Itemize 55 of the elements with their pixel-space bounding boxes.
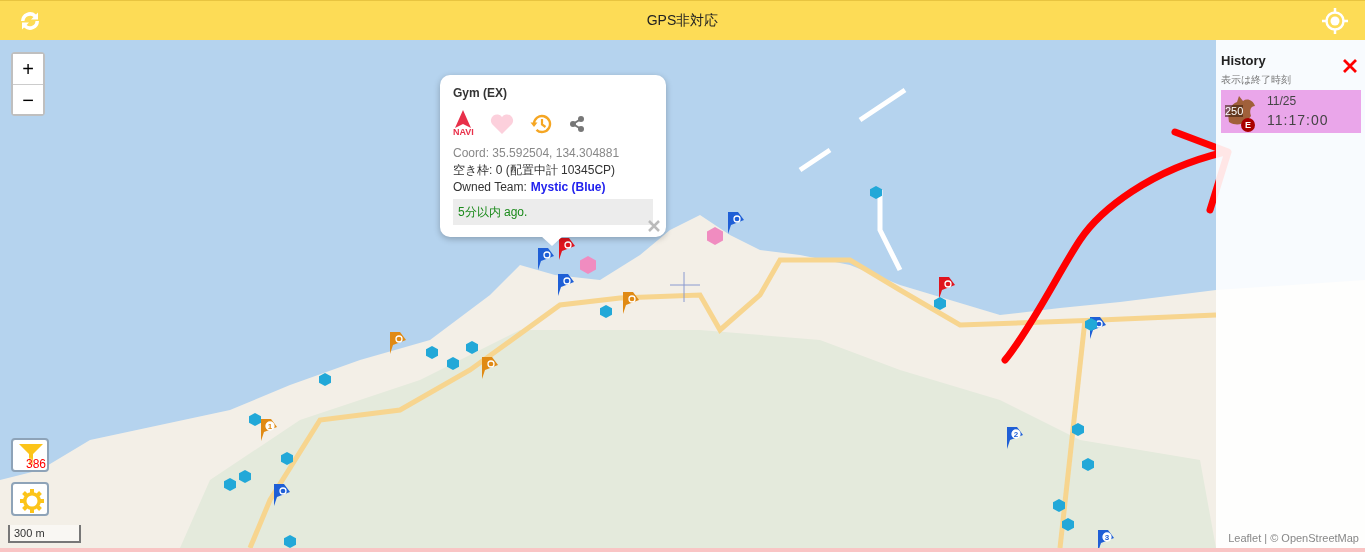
pokestop-icon[interactable] <box>447 357 459 371</box>
filter-count: 386 <box>25 458 46 470</box>
gym-marker-icon[interactable] <box>726 210 746 235</box>
history-date: 11/25 <box>1267 93 1298 110</box>
pokestop-icon[interactable] <box>600 305 612 319</box>
zoom-out-button[interactable]: − <box>13 84 43 114</box>
coordinates-text: Coord: 35.592504, 134.304881 <box>453 145 621 162</box>
pokestop-icon[interactable] <box>934 297 946 311</box>
pokestop-icon[interactable] <box>466 341 478 355</box>
gym-marker-icon[interactable] <box>536 246 556 271</box>
gym-marker-icon[interactable] <box>556 272 576 297</box>
cp-text: 250 <box>1225 104 1244 117</box>
pokestop-icon[interactable] <box>426 346 438 360</box>
settings-icon <box>19 488 45 514</box>
pokestop-icon[interactable] <box>249 413 261 427</box>
gym-marker-icon[interactable] <box>272 482 292 507</box>
gym-marker-icon[interactable] <box>621 290 641 315</box>
pokestop-icon[interactable] <box>870 186 882 200</box>
header-title: GPS非対応 <box>646 11 719 30</box>
pokestop-icon[interactable] <box>1072 423 1084 437</box>
history-title: History <box>1221 53 1266 68</box>
popup-title: Gym (EX) <box>453 85 508 102</box>
pokestop-icon[interactable] <box>284 535 296 548</box>
navigation-icon[interactable] <box>454 110 473 128</box>
pokestop-icon[interactable] <box>319 373 331 387</box>
scale-bar: 300 m <box>8 524 81 543</box>
gym-marker-icon[interactable] <box>480 355 500 380</box>
slots-text: 空き枠: 0 (配置中計 10345CP) <box>453 162 617 179</box>
history-icon[interactable] <box>529 112 552 135</box>
close-icon[interactable] <box>648 220 660 232</box>
pokestop-icon[interactable] <box>1053 499 1065 513</box>
gym-marker-icon[interactable] <box>388 330 408 355</box>
pokestop-icon[interactable] <box>224 478 236 492</box>
gym-marker-icon[interactable] <box>557 236 577 261</box>
gym-marker-icon[interactable] <box>937 275 957 300</box>
history-time: 11:17:00 <box>1267 111 1329 130</box>
gym-marker-icon[interactable]: 2 <box>1005 425 1025 450</box>
pokestop-icon[interactable] <box>1085 318 1097 332</box>
history-subtitle: 表示は終了時刻 <box>1221 73 1292 87</box>
pokestop-icon[interactable] <box>1062 518 1074 532</box>
pokestop-icon[interactable] <box>1082 458 1094 472</box>
pokestop-icon[interactable] <box>281 452 293 466</box>
navi-label[interactable]: NAVI <box>453 128 474 137</box>
settings-button[interactable] <box>11 482 49 516</box>
locate-icon[interactable] <box>1321 6 1349 35</box>
share-icon[interactable] <box>567 114 586 133</box>
history-entry[interactable]: 250 E 11/25 11:17:00 <box>1221 90 1361 133</box>
pokestop-icon[interactable] <box>239 470 251 484</box>
heart-icon[interactable] <box>489 112 514 135</box>
filter-button[interactable]: 386 <box>11 438 49 472</box>
team-label: Owned Team: <box>453 179 527 196</box>
team-name: Mystic (Blue) <box>530 179 606 196</box>
close-icon[interactable] <box>1342 58 1358 74</box>
map-attribution: Leaflet | © OpenStreetMap <box>1228 530 1359 546</box>
updated-text: 5分以内 ago. <box>453 199 653 225</box>
